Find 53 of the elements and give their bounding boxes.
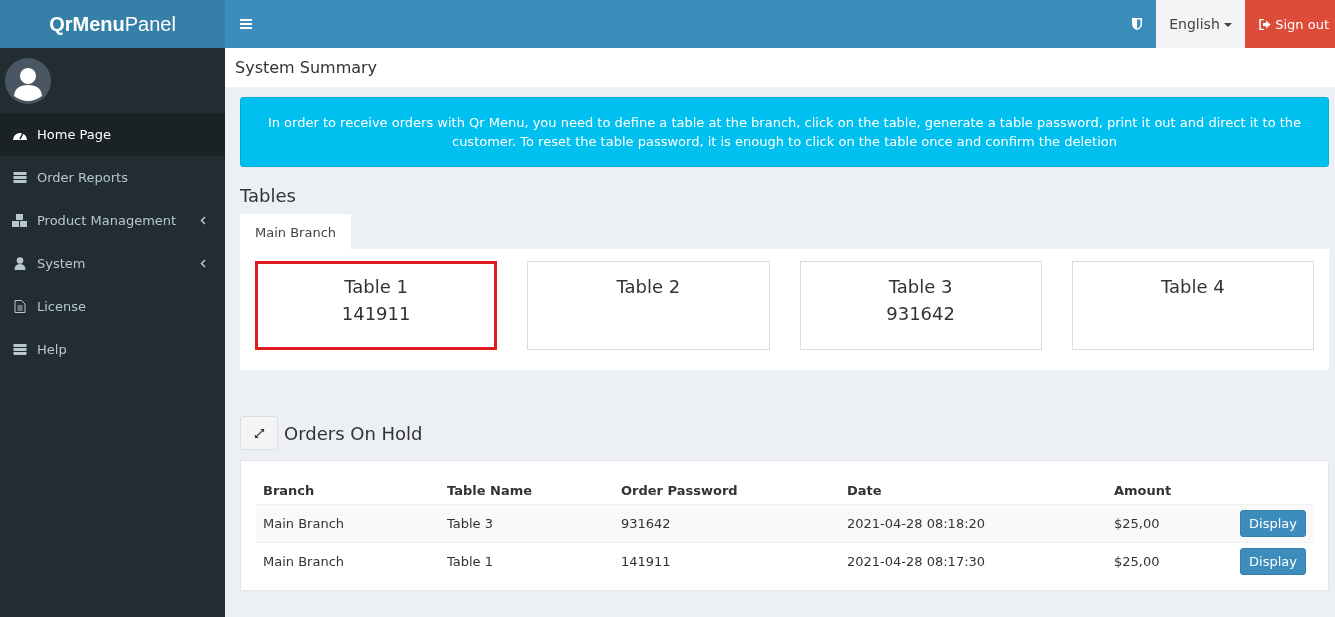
avatar-icon	[5, 58, 51, 104]
table-card[interactable]: Table 3 931642	[799, 261, 1042, 350]
table-password: 141911	[341, 303, 411, 324]
sidebar-item[interactable]: Order Reports	[0, 156, 225, 199]
column-header: Amount	[1114, 482, 1172, 498]
table-cell: 2021-04-28 08:17:30	[847, 554, 986, 569]
table-name: Table 1	[344, 276, 408, 297]
list-icon	[12, 344, 28, 355]
sidebar-item[interactable]: Home Page	[0, 113, 225, 156]
document-icon	[12, 300, 28, 313]
table-name: Table 3	[888, 276, 953, 297]
page-title: System Summary	[235, 58, 378, 77]
brand-logo[interactable]: QrMenuPanel	[0, 0, 225, 48]
table-card[interactable]: Table 2	[527, 261, 770, 350]
sidebar-item[interactable]: License	[0, 285, 225, 328]
table-cell: Table 1	[447, 554, 494, 569]
language-dropdown[interactable]: English	[1156, 0, 1246, 48]
table-cell: 931642	[621, 516, 671, 531]
info-alert: In order to receive orders with Qr Menu, you need to define a table at the branch, click on the table, generate a table password, print it out and direct it to the customer. To reset the table password, it is enough to click on the table once and confirm the deletion	[240, 97, 1329, 167]
table-cell: $25,00	[1114, 554, 1160, 569]
sidebar-item[interactable]: System	[0, 242, 225, 285]
table-cell: 2021-04-28 08:18:20	[847, 516, 986, 531]
column-header: Branch	[263, 482, 315, 498]
sidebar-item[interactable]: Product Management	[0, 199, 225, 242]
section-heading: Orders On Hold	[284, 422, 423, 444]
sign-out-icon	[1259, 18, 1272, 30]
table-card[interactable]: Table 4	[1071, 261, 1314, 350]
user-icon	[12, 257, 28, 270]
table-cell: Main Branch	[263, 516, 345, 531]
expand-icon	[253, 427, 265, 439]
column-header: Order Password	[621, 482, 738, 498]
list-icon	[12, 172, 28, 183]
table-cell: 141911	[621, 554, 671, 569]
table-cell: $25,00	[1114, 516, 1160, 531]
table-password: 931642	[886, 303, 955, 324]
table-name: Table 2	[616, 276, 681, 297]
display-button[interactable]: Display	[1240, 548, 1306, 575]
expand-button[interactable]	[240, 416, 278, 450]
shield-icon[interactable]	[1132, 18, 1143, 30]
cubes-icon	[12, 214, 28, 227]
sidebar-item[interactable]: Help	[0, 328, 225, 371]
table-name: Table 4	[1161, 276, 1225, 297]
section-heading: Tables	[240, 185, 297, 206]
column-header: Date	[847, 482, 882, 498]
branch-tab[interactable]: Main Branch	[240, 214, 352, 249]
caret-icon	[1224, 23, 1233, 27]
sign-out-button[interactable]: Sign out	[1245, 0, 1335, 48]
table-card[interactable]: Table 1 141911	[255, 261, 498, 350]
column-header: Table Name	[447, 482, 533, 498]
display-button[interactable]: Display	[1240, 510, 1306, 537]
menu-icon[interactable]	[240, 19, 252, 29]
table-cell: Main Branch	[263, 554, 345, 569]
table-cell: Table 3	[447, 516, 494, 531]
